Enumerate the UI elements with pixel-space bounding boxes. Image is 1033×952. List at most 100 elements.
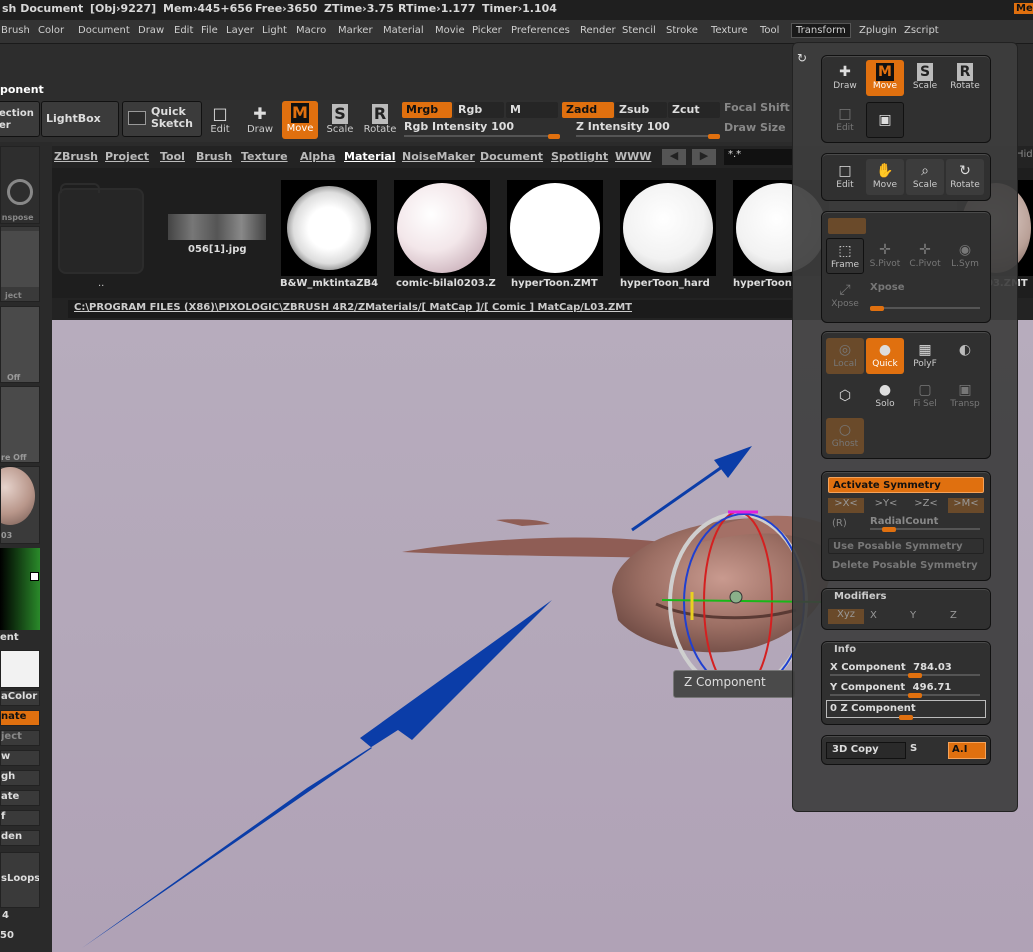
alternate-button[interactable]: nate	[0, 710, 40, 726]
menu-layer[interactable]: Layer	[226, 24, 254, 37]
activate-symmetry-button[interactable]: Activate Symmetry	[828, 477, 984, 493]
persp-toggle[interactable]: re Off	[0, 386, 40, 463]
lightbox-mat-comic[interactable]	[394, 180, 490, 276]
lightbox-tab-tool[interactable]: Tool	[160, 150, 185, 163]
tp-move-button[interactable]: M Move	[866, 60, 904, 96]
menu-material[interactable]: Material	[383, 24, 424, 37]
rgb-intensity-slider[interactable]: Rgb Intensity 100	[404, 120, 560, 139]
scale-tool[interactable]: S Scale	[322, 102, 358, 140]
switch-color-button[interactable]: aColor	[0, 690, 40, 706]
radial-knob[interactable]	[882, 527, 896, 532]
xpose-knob[interactable]	[870, 306, 884, 311]
mod-z-button[interactable]: Z	[950, 610, 957, 621]
sym-m-button[interactable]: >M<	[948, 498, 984, 513]
prev-arrow-icon[interactable]: ◀	[662, 149, 686, 165]
transp-button[interactable]: ▣ Transp	[946, 378, 984, 414]
menu-transform[interactable]: Transform	[791, 23, 851, 38]
tp-draw-button[interactable]: ✚ Draw	[826, 60, 864, 96]
lightbox-image-056[interactable]	[168, 214, 266, 240]
use-posable-symmetry-button[interactable]: Use Posable Symmetry	[828, 538, 984, 554]
lightbox-mat-hypertoon-hard[interactable]	[620, 180, 716, 276]
menu-color[interactable]: Color	[38, 24, 64, 37]
tp2-edit-button[interactable]: □ Edit	[826, 159, 864, 195]
rotate-tool[interactable]: R Rotate	[362, 102, 398, 140]
lightbox-folder[interactable]	[58, 183, 144, 274]
zadd-button[interactable]: Zadd	[562, 102, 614, 118]
menu-zplugin[interactable]: Zplugin	[859, 24, 897, 37]
reset-icon[interactable]: ↻	[797, 51, 807, 65]
menu-draw[interactable]: Draw	[138, 24, 164, 37]
select-rect-button[interactable]: ject	[0, 226, 40, 302]
lightbox-tab-spotlight[interactable]: Spotlight	[551, 150, 608, 163]
w-button[interactable]: w	[0, 750, 40, 766]
lightbox-tab-zbrush[interactable]: ZBrush	[54, 150, 98, 163]
z-component-knob[interactable]	[899, 715, 913, 720]
delete-posable-symmetry-button[interactable]: Delete Posable Symmetry	[828, 558, 984, 574]
tp2-rotate-button[interactable]: ↻ Rotate	[946, 159, 984, 195]
lightbox-tab-brush[interactable]: Brush	[196, 150, 232, 163]
menu-stroke[interactable]: Stroke	[666, 24, 698, 37]
tp2-move-button[interactable]: ✋ Move	[866, 159, 904, 195]
solo-button[interactable]: ● Solo	[866, 378, 904, 414]
value-slider-2[interactable]: 50	[0, 930, 40, 946]
menu-zscript[interactable]: Zscript	[904, 24, 939, 37]
ject-button[interactable]: ject	[0, 730, 40, 746]
spivot-button[interactable]: ✛ S.Pivot	[866, 238, 904, 274]
radial-toggle[interactable]: (R)	[832, 518, 847, 529]
mod-xyz-button[interactable]: Xyz	[828, 609, 864, 624]
lightbox-tab-document[interactable]: Document	[480, 150, 543, 163]
lightbox-tab-project[interactable]: Project	[105, 150, 149, 163]
menu-texture[interactable]: Texture	[711, 24, 748, 37]
x-component-field[interactable]: X Component 784.03	[830, 662, 980, 678]
menu-macro[interactable]: Macro	[296, 24, 326, 37]
zcut-button[interactable]: Zcut	[668, 102, 720, 118]
ai-button[interactable]: A.I	[948, 742, 986, 759]
zsub-button[interactable]: Zsub	[615, 102, 667, 118]
gh-button[interactable]: gh	[0, 770, 40, 786]
tp-rotate-button[interactable]: R Rotate	[946, 60, 984, 96]
lightbox-button[interactable]: LightBox	[41, 101, 119, 137]
m-button[interactable]: M	[506, 102, 558, 118]
menu-edit[interactable]: Edit	[174, 24, 193, 37]
xpose-button[interactable]: ⤢ Xpose	[826, 278, 864, 314]
color-picker[interactable]	[0, 548, 40, 630]
y-component-field[interactable]: Y Component 496.71	[830, 682, 980, 698]
edit-tool[interactable]: □ Edit	[202, 102, 238, 140]
s-button[interactable]: S	[908, 742, 944, 759]
lightbox-tab-texture[interactable]: Texture	[241, 150, 288, 163]
rgb-button[interactable]: Rgb	[454, 102, 504, 118]
lightbox-tab-material[interactable]: Material	[344, 150, 395, 163]
quick-sketch-button[interactable]: Quick Sketch	[122, 101, 202, 137]
fitsel-button[interactable]: ▢ Fi Sel	[906, 378, 944, 414]
color-picker-cursor[interactable]	[30, 572, 39, 581]
menu-document[interactable]: Document	[78, 24, 130, 37]
transpose-button[interactable]: lnspose	[0, 146, 40, 224]
ghost-button[interactable]: ○ Ghost	[826, 418, 864, 454]
rgb-intensity-knob[interactable]	[548, 134, 560, 139]
radial-count-slider[interactable]: RadialCount	[870, 516, 980, 532]
menu-marker[interactable]: Marker	[338, 24, 373, 37]
menu-stencil[interactable]: Stencil	[622, 24, 656, 37]
menu-brush[interactable]: Brush	[1, 24, 30, 37]
xyz-toggle[interactable]	[828, 218, 866, 234]
quick-button[interactable]: ● Quick	[866, 338, 904, 374]
floor-toggle[interactable]: Off	[0, 306, 40, 383]
edgeloops-button[interactable]: sLoops	[0, 852, 40, 908]
lightbox-mat-bw[interactable]	[281, 180, 377, 276]
local-button[interactable]: ◎ Local	[826, 338, 864, 374]
draw-tool[interactable]: ✚ Draw	[242, 102, 278, 140]
xpose-slider[interactable]: Xpose	[870, 282, 980, 311]
mrgb-button[interactable]: Mrgb	[402, 102, 452, 118]
den-button[interactable]: den	[0, 830, 40, 846]
menu-preferences[interactable]: Preferences	[511, 24, 570, 37]
menu-picker[interactable]: Picker	[472, 24, 502, 37]
projection-master-button[interactable]: ection er	[0, 101, 40, 137]
lsym-button[interactable]: ◉ L.Sym	[946, 238, 984, 274]
lightbox-filter-input[interactable]: *.*	[724, 149, 794, 165]
menu-movie[interactable]: Movie	[435, 24, 465, 37]
menu-render[interactable]: Render	[580, 24, 616, 37]
x-component-knob[interactable]	[908, 673, 922, 678]
cube-button[interactable]: ⬡	[826, 378, 864, 414]
sym-z-button[interactable]: >Z<	[908, 498, 944, 513]
lightbox-mat-hypertoon[interactable]	[507, 180, 603, 276]
